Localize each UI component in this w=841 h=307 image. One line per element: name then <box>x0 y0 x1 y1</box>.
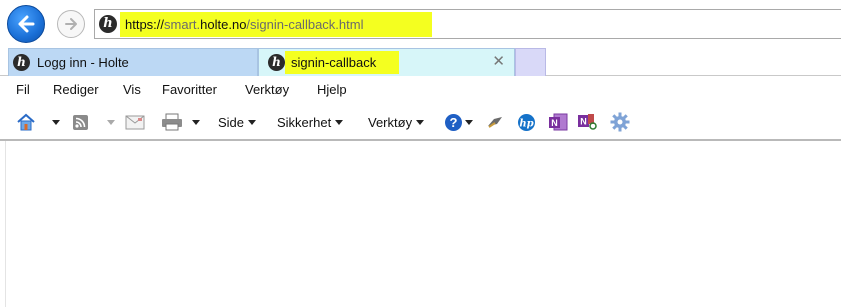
help-button[interactable]: ? <box>444 113 473 131</box>
url-host-strong: holte.no <box>200 17 247 32</box>
hp-icon: hp <box>518 113 535 131</box>
chevron-down-icon <box>248 119 257 125</box>
tab-logg-inn[interactable]: h Logg inn - Holte <box>8 48 258 76</box>
feeds-icon <box>73 114 88 130</box>
menu-verktoy[interactable]: Verktøy <box>245 82 289 97</box>
browser-window: h https://smart.holte.no/signin-callback… <box>0 0 841 307</box>
svg-text:N: N <box>580 117 587 127</box>
address-bar[interactable]: h https://smart.holte.no/signin-callback… <box>94 9 841 39</box>
chevron-down-icon <box>416 119 425 125</box>
svg-text:N: N <box>551 118 558 128</box>
tab-favicon-icon: h <box>268 54 285 71</box>
help-icon: ? <box>445 113 462 131</box>
onenote-linked-button[interactable]: N <box>577 113 599 131</box>
back-arrow-icon <box>18 15 35 33</box>
settings-button[interactable] <box>610 112 630 132</box>
mail-icon <box>125 115 145 129</box>
gear-icon <box>610 112 630 132</box>
svg-text:?: ? <box>450 115 458 130</box>
onenote-linked-icon: N <box>578 114 597 130</box>
research-icon <box>488 117 502 128</box>
research-button[interactable] <box>486 113 504 131</box>
forward-arrow-icon <box>65 18 77 30</box>
hp-button[interactable]: hp <box>517 113 536 131</box>
site-favicon-icon: h <box>99 15 117 33</box>
onenote-button[interactable]: N <box>548 113 568 131</box>
svg-text:hp: hp <box>519 118 533 129</box>
tab-bar: h Logg inn - Holte h signin-callback ✕ <box>0 46 841 76</box>
chevron-down-icon[interactable] <box>465 119 473 125</box>
feeds-button[interactable] <box>72 113 115 131</box>
sikkerhet-menu-button[interactable]: Sikkerhet <box>277 113 344 131</box>
menu-fil[interactable]: Fil <box>16 82 30 97</box>
command-bar: Side Sikkerhet Verktøy ? hp N N <box>0 103 841 141</box>
forward-button[interactable] <box>57 10 85 38</box>
menu-favoritter[interactable]: Favoritter <box>162 82 217 97</box>
print-button[interactable] <box>161 113 200 131</box>
onenote-icon: N <box>549 113 568 131</box>
print-icon <box>162 113 182 131</box>
mail-button[interactable] <box>125 113 145 131</box>
home-button[interactable] <box>16 113 60 131</box>
side-label: Side <box>218 114 245 130</box>
menu-bar: Fil Rediger Vis Favoritter Verktøy Hjelp <box>0 76 841 103</box>
tab-label: signin-callback <box>291 55 377 70</box>
url-prefix: https:// <box>125 17 165 32</box>
home-icon <box>17 113 35 131</box>
address-row: h https://smart.holte.no/signin-callback… <box>0 0 841 46</box>
sikkerhet-label: Sikkerhet <box>277 114 332 130</box>
chevron-down-icon[interactable] <box>192 119 200 125</box>
new-tab-button[interactable] <box>515 48 546 76</box>
menu-vis[interactable]: Vis <box>123 82 141 97</box>
side-menu-button[interactable]: Side <box>218 113 257 131</box>
menu-rediger[interactable]: Rediger <box>53 82 99 97</box>
tab-label: Logg inn - Holte <box>37 55 129 70</box>
page-content <box>0 141 841 307</box>
url-host-light: smart. <box>164 17 201 32</box>
back-button[interactable] <box>7 5 45 43</box>
verktoy-menu-button[interactable]: Verktøy <box>368 113 425 131</box>
url-path: /signin-callback.html <box>246 17 364 32</box>
close-tab-icon[interactable]: ✕ <box>492 52 505 72</box>
chevron-down-icon[interactable] <box>52 119 60 125</box>
url-text[interactable]: https://smart.holte.no/signin-callback.h… <box>125 17 363 32</box>
chevron-down-icon <box>335 119 344 125</box>
verktoy-label: Verktøy <box>368 114 413 130</box>
content-left-border <box>5 141 6 307</box>
menu-hjelp[interactable]: Hjelp <box>317 82 347 97</box>
tab-favicon-icon: h <box>13 54 30 71</box>
chevron-down-icon[interactable] <box>107 119 115 125</box>
tab-signin-callback[interactable]: h signin-callback ✕ <box>258 48 515 76</box>
